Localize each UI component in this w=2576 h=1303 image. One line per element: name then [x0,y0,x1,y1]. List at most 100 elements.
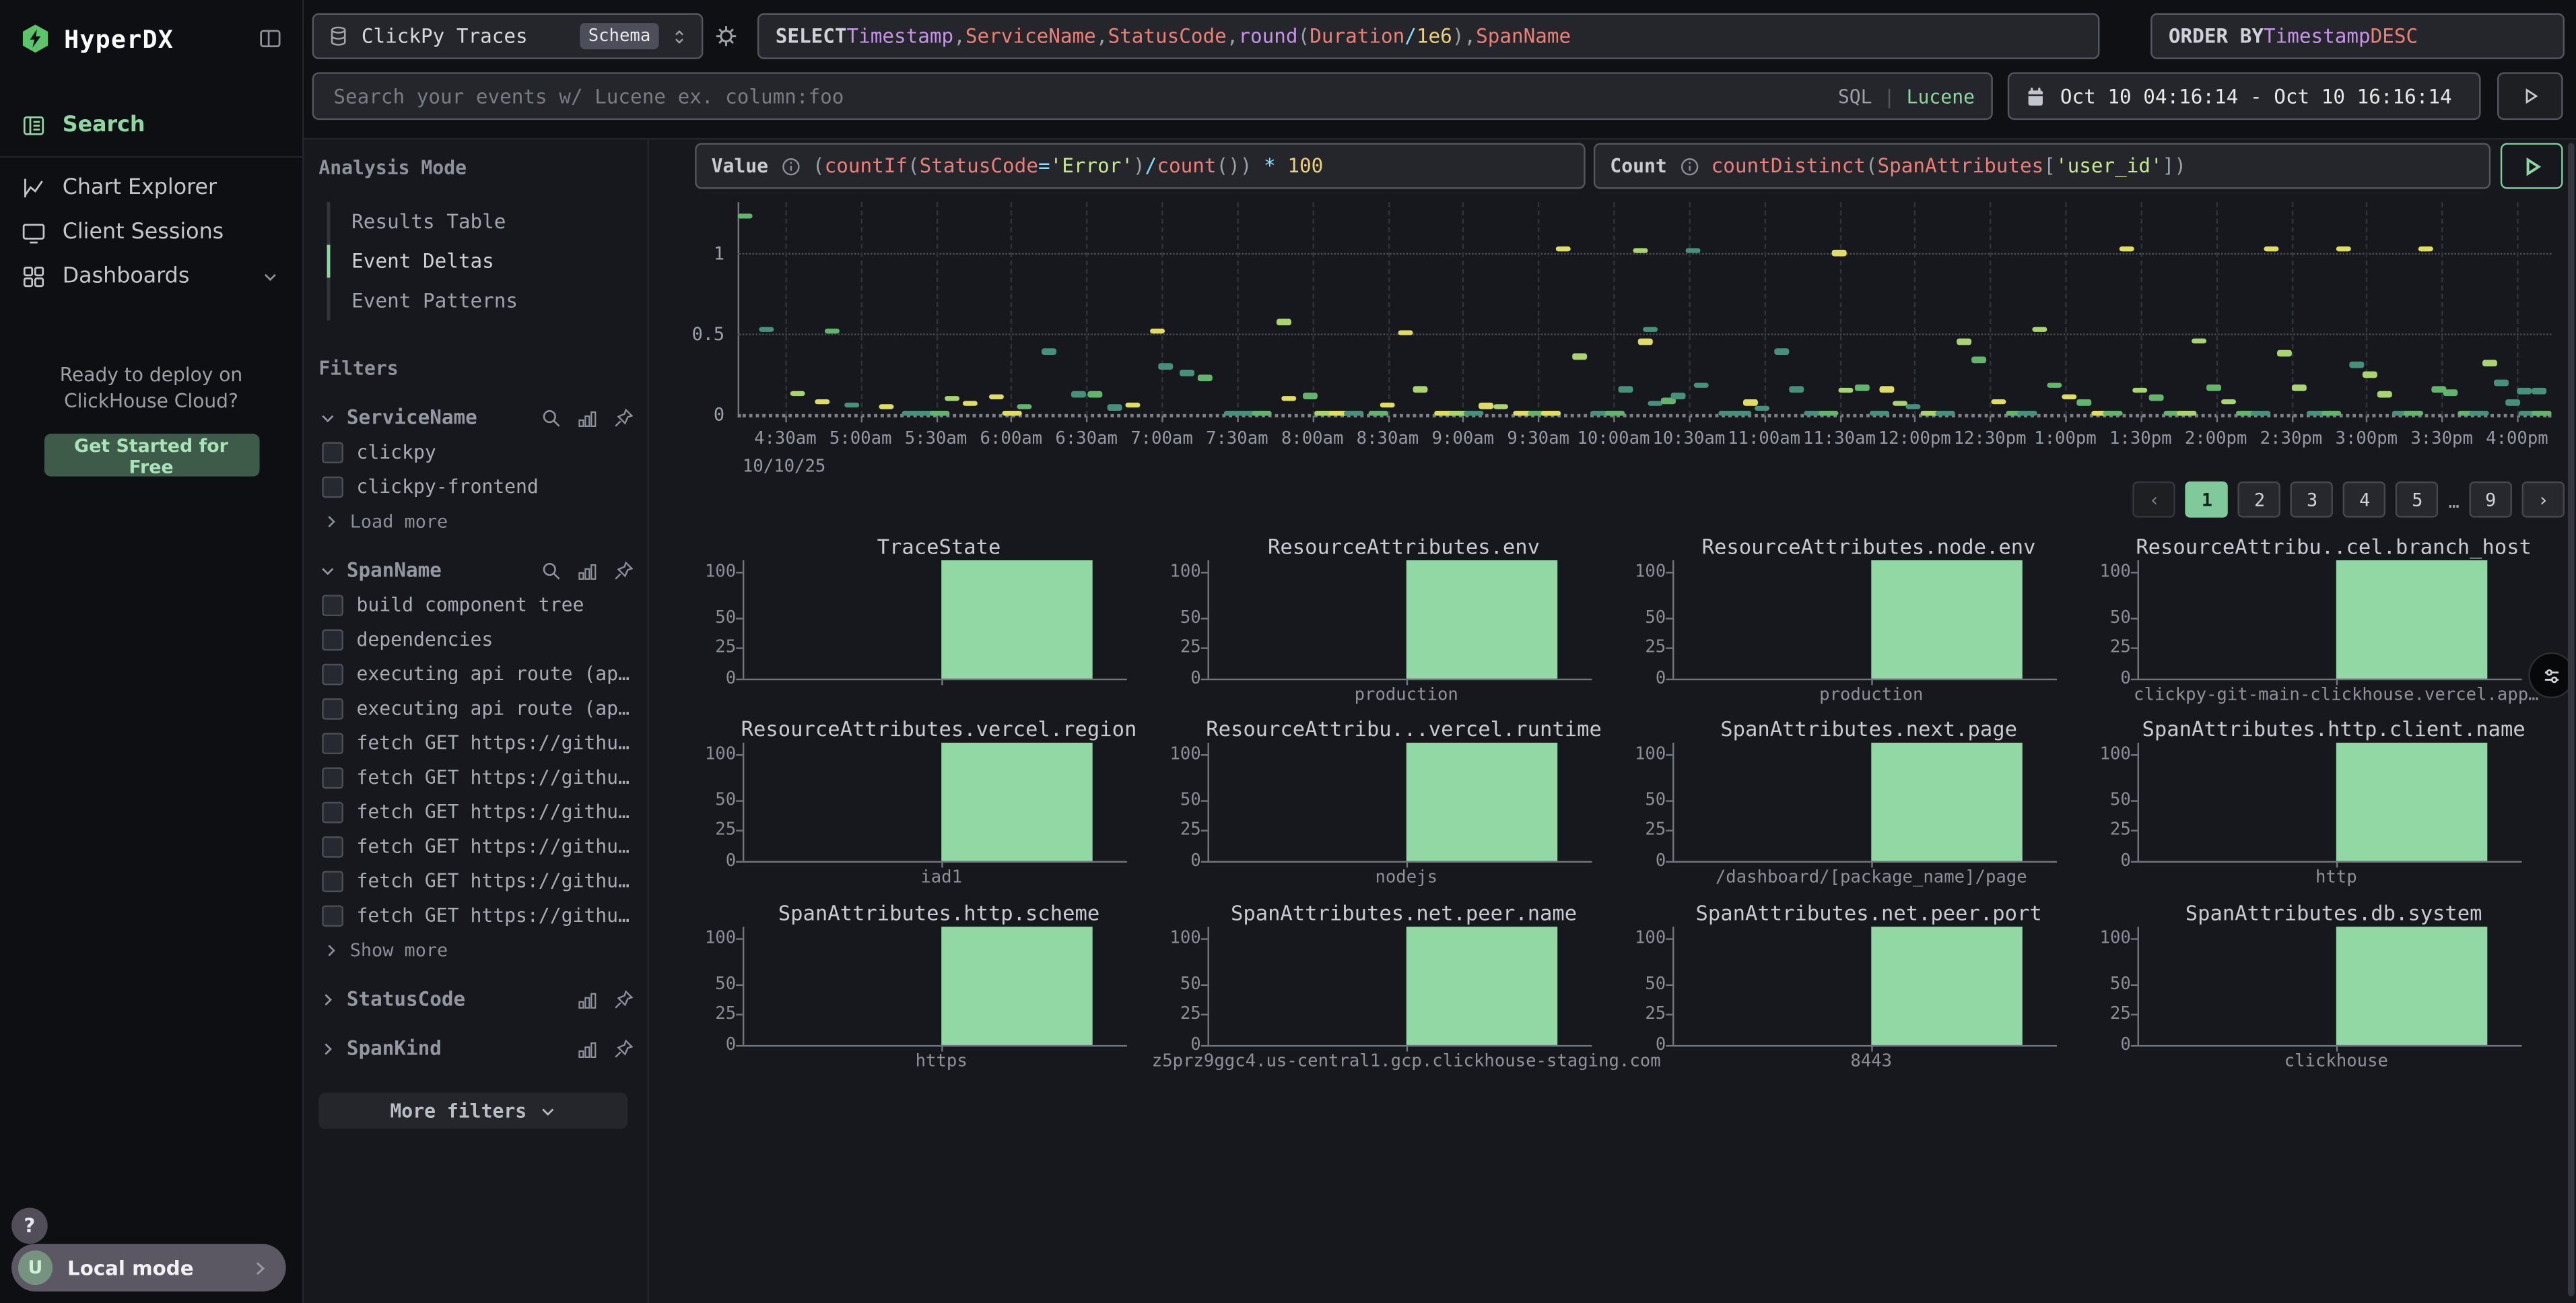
help-button[interactable]: ? [11,1207,48,1244]
filter-option[interactable]: build component tree [322,593,634,616]
pin-icon[interactable] [613,989,634,1010]
filter-group-header-spankind[interactable]: SpanKind [318,1037,634,1060]
date-range-picker[interactable]: Oct 10 04:16:14 - Oct 10 16:16:14 [2008,72,2481,120]
checkbox[interactable] [322,441,343,463]
x-axis-tick [941,1045,943,1052]
local-mode-button[interactable]: U Local mode [11,1244,285,1292]
y-axis-tick-label: 100 [2082,562,2131,582]
filter-option[interactable]: fetch GET https://github.… [322,904,634,927]
bar-chart-icon[interactable] [576,989,598,1010]
pagination-page-2[interactable]: 2 [2238,481,2280,518]
checkbox[interactable] [322,663,343,685]
y-axis-tick [736,939,743,940]
filter-option-label: fetch GET https://github.… [357,766,633,789]
gridline-vertical [1237,202,1238,415]
y-axis-line [2138,560,2139,679]
pagination-next-button[interactable]: › [2522,481,2565,518]
delta-data-point [1755,405,1770,411]
pin-icon[interactable] [613,560,634,581]
analysis-mode-event-patterns[interactable]: Event Patterns [330,281,634,321]
topbar: ClickPy Traces Schema SELECT Timestamp, … [304,0,2576,139]
gear-icon[interactable] [713,23,739,49]
filter-option[interactable]: fetch GET https://github.… [322,766,634,789]
checkbox[interactable] [322,698,343,719]
filter-option[interactable]: fetch GET https://github.… [322,800,634,823]
checkbox[interactable] [322,594,343,615]
delta-data-point [1637,339,1652,345]
sidebar-item-search[interactable]: Search [0,104,302,148]
filter-option[interactable]: dependencies [322,628,634,650]
order-by-editor[interactable]: ORDER BY Timestamp DESC [2150,13,2565,59]
pagination-page-3[interactable]: 3 [2291,481,2333,518]
collapse-sidebar-icon[interactable] [258,26,283,51]
y-axis-tick [1201,572,1208,574]
query-language-toggle: SQL | Lucene [1838,85,1975,108]
filter-option-label: clickpy-frontend [357,475,539,498]
checkbox[interactable] [322,732,343,754]
filter-option[interactable]: clickpy-frontend [322,475,634,498]
pagination-page-1[interactable]: 1 [2185,481,2228,518]
load-more-link[interactable]: Load more [322,511,634,533]
analysis-mode-event-deltas[interactable]: Event Deltas [330,242,634,281]
run-analysis-button[interactable] [2501,143,2563,189]
delta-data-point [1479,403,1494,409]
pagination-page-5[interactable]: 5 [2396,481,2439,518]
checkbox[interactable] [322,870,343,892]
value-expression-input[interactable]: Value (countIf(StatusCode='Error')/count… [695,143,1586,189]
language-lucene-option[interactable]: Lucene [1907,85,1975,108]
delta-data-point [1180,370,1195,376]
filter-option[interactable]: fetch GET https://github.… [322,731,634,754]
language-sql-option[interactable]: SQL [1838,85,1872,108]
x-axis-tick [2517,415,2518,422]
bar-chart-icon[interactable] [576,407,598,428]
checkbox[interactable] [322,801,343,823]
search-icon[interactable] [541,407,562,428]
checkbox[interactable] [322,836,343,857]
x-axis-tick [1406,1045,1408,1052]
sidebar-item-client-sessions[interactable]: Client Sessions [0,210,302,255]
filter-option[interactable]: executing api route (app)… [322,662,634,685]
search-icon[interactable] [541,560,562,581]
pagination-page-4[interactable]: 4 [2343,481,2385,518]
filter-option[interactable]: fetch GET https://github.… [322,869,634,892]
bar-chart-icon[interactable] [576,560,598,581]
analysis-mode-results-table[interactable]: Results Table [330,202,634,242]
delta-data-point [1905,403,1920,409]
select-query-editor[interactable]: SELECT Timestamp, ServiceName, StatusCod… [757,13,2100,59]
x-axis-tick [2367,415,2368,422]
x-axis-tick [1839,415,1841,422]
checkbox[interactable] [322,628,343,650]
pin-icon[interactable] [613,1038,634,1059]
count-expression-input[interactable]: Count countDistinct(SpanAttributes['user… [1594,143,2490,189]
y-axis-tick [736,679,743,680]
show-more-link[interactable]: Show more [322,940,634,962]
y-axis-tick-label: 50 [1617,609,1666,628]
schema-select[interactable]: Schema [580,23,659,49]
sidebar-item-dashboards[interactable]: Dashboards [0,255,302,299]
checkbox[interactable] [322,766,343,788]
checkbox[interactable] [322,475,343,497]
attribute-chart-category: clickhouse [2284,1052,2388,1071]
filter-option[interactable]: executing api route (app)… [322,697,634,720]
more-link-label: Show more [350,940,448,962]
filter-group-header-spanname[interactable]: SpanName [318,559,634,582]
pagination-prev-button[interactable]: ‹ [2133,481,2175,518]
get-started-button[interactable]: Get Started for Free [44,434,259,476]
source-select[interactable]: ClickPy Traces Schema [312,13,704,59]
search-run-button[interactable] [2497,72,2563,120]
bar-chart-icon[interactable] [576,1038,598,1059]
sidebar-item-chart-explorer[interactable]: Chart Explorer [0,166,302,210]
search-input[interactable] [330,83,1837,109]
filter-group-header-servicename[interactable]: ServiceName [318,406,634,429]
scrollbar[interactable] [2568,143,2575,1296]
pin-icon[interactable] [613,407,634,428]
filter-option[interactable]: fetch GET https://github.… [322,835,634,858]
delta-data-point [1198,375,1213,381]
pagination-page-9[interactable]: 9 [2469,481,2511,518]
syntax-token: SpanName [1476,25,1571,48]
filter-option-label: fetch GET https://github.… [357,731,633,754]
checkbox[interactable] [322,904,343,926]
filter-option[interactable]: clickpy [322,440,634,463]
filter-group-header-statuscode[interactable]: StatusCode [318,988,634,1011]
more-filters-button[interactable]: More filters [318,1093,628,1129]
